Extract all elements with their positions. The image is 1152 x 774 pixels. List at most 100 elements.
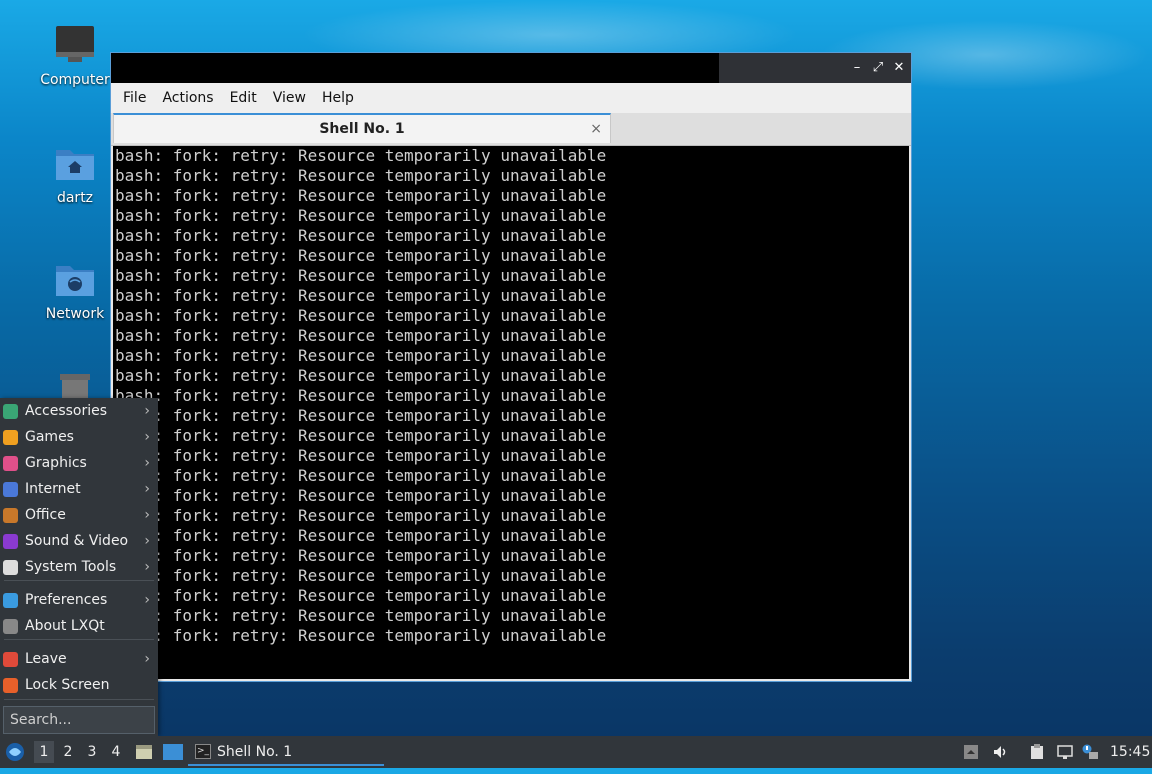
terminal-line: bash: fork: retry: Resource temporarily … [115, 426, 607, 445]
menu-item-label: Accessories [25, 403, 108, 419]
menu-item-lock-screen[interactable]: Lock Screen [0, 672, 158, 698]
menu-search-input[interactable]: Search... [3, 706, 155, 734]
taskbar: 1 2 3 4 >_ Shell No. 1 15:45 [0, 736, 1152, 768]
graphics-icon [3, 456, 18, 471]
games-icon [3, 430, 18, 445]
desktop-icon-computer[interactable]: Computer [30, 24, 120, 88]
menu-view[interactable]: View [265, 90, 314, 106]
tray-expand-icon[interactable] [963, 744, 979, 760]
terminal-line: bash: fork: retry: Resource temporarily … [115, 346, 607, 365]
chevron-right-icon: › [144, 559, 150, 575]
terminal-line: bash: fork: retry: Resource temporarily … [115, 606, 607, 625]
menubar: File Actions Edit View Help [111, 83, 911, 113]
application-menu: Accessories › Games › Graphics › Internet › Offi… [0, 398, 158, 736]
window-titlebar[interactable]: – ⤢ ✕ [111, 53, 911, 83]
terminal-line: bash: fork: retry: Resource temporarily … [115, 146, 607, 165]
menu-help[interactable]: Help [314, 90, 362, 106]
tab-shell-1[interactable]: Shell No. 1 × [113, 113, 611, 143]
menu-actions[interactable]: Actions [154, 90, 221, 106]
terminal-icon: >_ [195, 744, 211, 759]
terminal-line: bash: fork: retry: Resource temporarily … [115, 406, 607, 425]
clipboard-icon[interactable] [1029, 744, 1045, 760]
chevron-right-icon: › [144, 651, 150, 667]
terminal-line: bash: fork: retry: Resource temporarily … [115, 626, 607, 645]
home-folder-icon [54, 142, 96, 184]
terminal-line: bash: fork: retry: Resource temporarily … [115, 546, 607, 565]
menu-separator [4, 580, 154, 581]
menu-item-label: Lock Screen [25, 677, 110, 693]
menu-item-games[interactable]: Games › [0, 424, 158, 450]
about-lxqt-icon [3, 619, 18, 634]
clock[interactable]: 15:45 [1110, 736, 1150, 768]
menu-item-preferences[interactable]: Preferences › [0, 587, 158, 613]
menu-item-system-tools[interactable]: System Tools › [0, 554, 158, 580]
network-status-icon[interactable] [1057, 744, 1073, 760]
tab-bar: Shell No. 1 × [111, 113, 911, 146]
menu-item-internet[interactable]: Internet › [0, 476, 158, 502]
minimize-button[interactable]: – [849, 60, 865, 76]
terminal-line: bash: fork: retry: Resource temporarily … [115, 206, 607, 225]
terminal-line: bash: fork: retry: Resource temporarily … [115, 566, 607, 585]
terminal-area[interactable]: bash: fork: retry: Resource temporarily … [113, 146, 909, 679]
terminal-line: bash: fork: retry: Resource temporarily … [115, 266, 607, 285]
menu-item-office[interactable]: Office › [0, 502, 158, 528]
desktop-icon-network[interactable]: Network [30, 258, 120, 322]
terminal-line: bash: fork: retry: Resource temporarily … [115, 506, 607, 525]
show-desktop-icon[interactable] [163, 743, 183, 761]
menu-file[interactable]: File [115, 90, 154, 106]
close-button[interactable]: ✕ [891, 60, 907, 76]
menu-item-label: About LXQt [25, 618, 105, 634]
terminal-window[interactable]: – ⤢ ✕ File Actions Edit View Help Shell … [110, 52, 912, 682]
menu-separator [4, 699, 154, 700]
desktop-icon-home[interactable]: dartz [30, 142, 120, 206]
leave-icon [3, 652, 18, 667]
accessories-icon [3, 404, 18, 419]
menu-item-accessories[interactable]: Accessories › [0, 398, 158, 424]
chevron-right-icon: › [144, 533, 150, 549]
notification-icon[interactable] [1082, 744, 1098, 760]
terminal-line: bash: fork: retry: Resource temporarily … [115, 466, 607, 485]
chevron-right-icon: › [144, 455, 150, 471]
taskbar-task-shell[interactable]: >_ Shell No. 1 [188, 738, 384, 766]
terminal-line: bash: fork: retry: Resource temporarily … [115, 586, 607, 605]
terminal-line: bash: fork: retry: Resource temporarily … [115, 366, 607, 385]
tab-close-icon[interactable]: × [590, 115, 602, 143]
workspace-1[interactable]: 1 [34, 741, 54, 763]
menu-separator [4, 639, 154, 640]
main-menu-icon[interactable] [5, 742, 25, 762]
menu-edit[interactable]: Edit [222, 90, 265, 106]
desktop-icon-label: Computer [40, 72, 110, 88]
menu-item-about-lxqt[interactable]: About LXQt [0, 613, 158, 639]
menu-item-label: Leave [25, 651, 67, 667]
task-label: Shell No. 1 [217, 744, 293, 760]
office-icon [3, 508, 18, 523]
internet-icon [3, 482, 18, 497]
terminal-line: bash: fork: retry: Resource temporarily … [115, 166, 607, 185]
menu-item-label: Office [25, 507, 66, 523]
menu-item-graphics[interactable]: Graphics › [0, 450, 158, 476]
sound-video-icon [3, 534, 18, 549]
terminal-line: bash: fork: retry: Resource temporarily … [115, 186, 607, 205]
tab-title: Shell No. 1 [319, 121, 405, 137]
terminal-line: bash: fork: retry: Resource temporarily … [115, 286, 607, 305]
file-manager-icon[interactable] [135, 743, 153, 761]
network-folder-icon [54, 258, 96, 300]
menu-item-label: Preferences [25, 592, 108, 608]
menu-item-label: Games [25, 429, 74, 445]
chevron-right-icon: › [144, 481, 150, 497]
menu-item-leave[interactable]: Leave › [0, 646, 158, 672]
terminal-line: bash: fork: retry: Resource temporarily … [115, 526, 607, 545]
preferences-icon [3, 593, 18, 608]
workspace-4[interactable]: 4 [106, 741, 126, 763]
desktop-icon-label: Network [45, 306, 105, 322]
terminal-output: bash: fork: retry: Resource temporarily … [115, 146, 606, 646]
menu-item-sound-video[interactable]: Sound & Video › [0, 528, 158, 554]
workspace-3[interactable]: 3 [82, 741, 102, 763]
workspace-2[interactable]: 2 [58, 741, 78, 763]
volume-icon[interactable] [992, 744, 1008, 760]
terminal-line: bash: fork: retry: Resource temporarily … [115, 306, 607, 325]
chevron-right-icon: › [144, 592, 150, 608]
maximize-button[interactable]: ⤢ [870, 60, 886, 76]
terminal-line: bash: fork: retry: Resource temporarily … [115, 386, 607, 405]
menu-item-label: Graphics [25, 455, 87, 471]
